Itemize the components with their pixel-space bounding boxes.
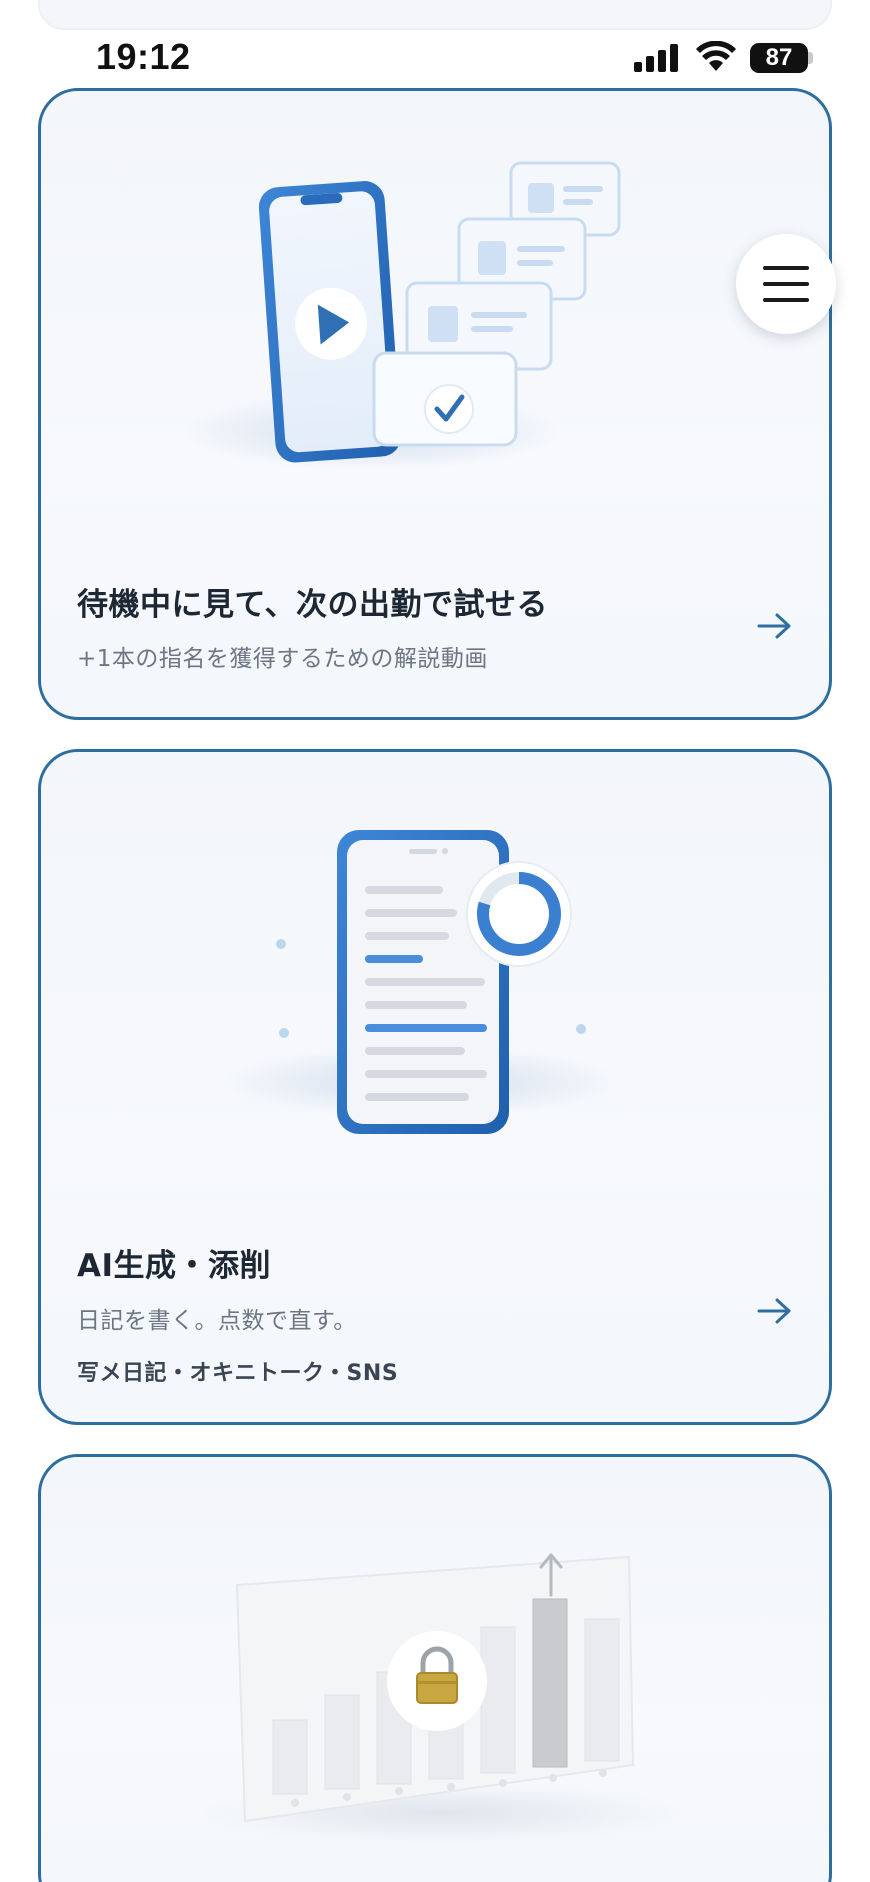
video-lessons-card[interactable]: 待機中に見て、次の出勤で試せる +1本の指名を獲得するための解説動画 — [38, 88, 832, 720]
card-title: AI生成・添削 — [77, 1248, 272, 1284]
locked-analytics-card[interactable] — [38, 1454, 832, 1882]
card-subtitle: +1本の指名を獲得するための解説動画 — [77, 646, 488, 672]
phone-document-score-illustration — [221, 830, 621, 1134]
battery-level: 87 — [750, 43, 808, 73]
menu-button[interactable] — [736, 234, 836, 334]
arrow-right-icon[interactable] — [755, 1296, 795, 1326]
status-time: 19:12 — [96, 36, 191, 77]
previous-card-edge — [38, 0, 832, 30]
card-title: 待機中に見て、次の出勤で試せる — [77, 587, 548, 623]
wifi-icon — [696, 41, 736, 71]
phone-video-checklist-illustration — [181, 161, 621, 471]
app-screen: 19:12 87 待機中に見て、次の出勤で試せる +1本の指名を獲得するための解… — [0, 0, 870, 1882]
card-tags: 写メ日記・オキニトーク・SNS — [77, 1361, 399, 1386]
locked-bar-chart-illustration — [201, 1553, 681, 1843]
card-subtitle: 日記を書く。点数で直す。 — [77, 1308, 357, 1334]
arrow-right-icon[interactable] — [755, 611, 795, 641]
battery-cap — [808, 52, 813, 64]
ai-writing-card[interactable]: AI生成・添削 日記を書く。点数で直す。 写メ日記・オキニトーク・SNS — [38, 749, 832, 1425]
hamburger-menu-icon — [763, 266, 809, 302]
cellular-signal-icon — [634, 44, 678, 72]
status-bar: 19:12 87 — [0, 34, 870, 84]
